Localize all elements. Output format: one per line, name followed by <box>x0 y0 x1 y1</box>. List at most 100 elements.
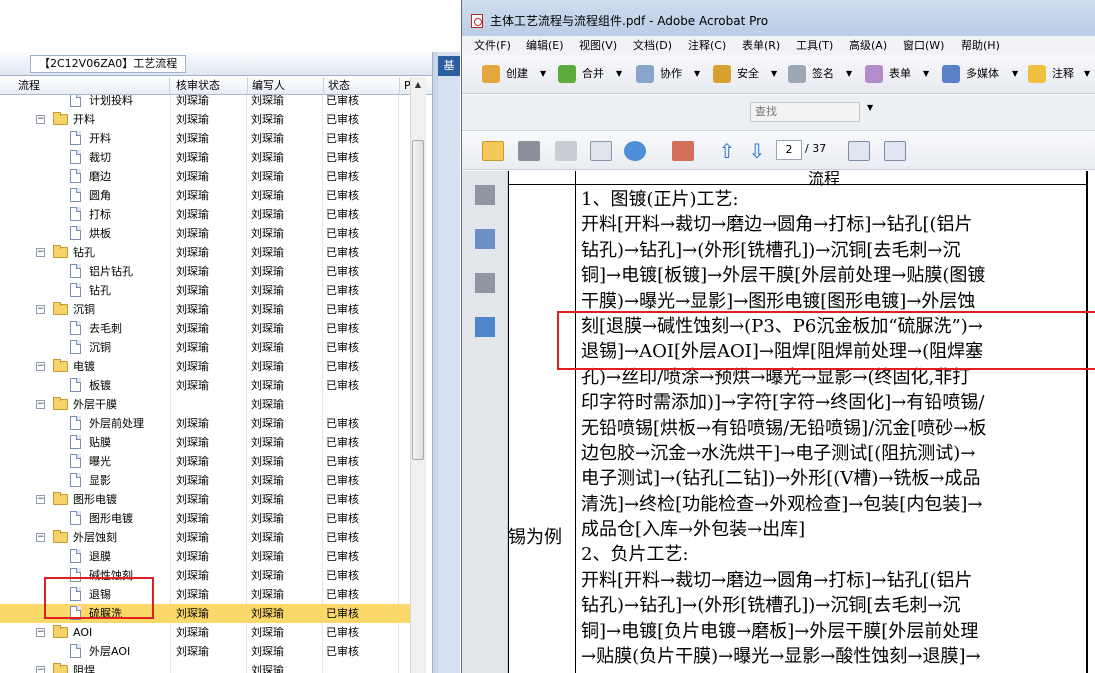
pages-icon[interactable] <box>475 185 495 205</box>
column-header-author[interactable]: 编写人 <box>248 77 324 95</box>
comment-button[interactable]: 注释 ▼ <box>1028 63 1092 85</box>
tree-node[interactable]: 图形电镀 <box>0 509 168 528</box>
tree-row[interactable]: 外层AOI 刘琛瑜 刘琛瑜 已审核 <box>0 642 410 661</box>
web-icon[interactable] <box>624 141 646 161</box>
fit-width-icon[interactable] <box>848 141 870 161</box>
previous-page-icon[interactable]: ⇧ <box>716 141 738 161</box>
column-header-status[interactable]: 状态 <box>324 77 400 95</box>
tree-row[interactable]: 打标 刘琛瑜 刘琛瑜 已审核 <box>0 205 410 224</box>
tree-node[interactable]: 烘板 <box>0 224 168 243</box>
tree-row[interactable]: − AOI 刘琛瑜 刘琛瑜 已审核 <box>0 623 410 642</box>
print-icon[interactable] <box>518 141 540 161</box>
tree-node[interactable]: − 钻孔 <box>0 243 168 262</box>
layers-icon[interactable] <box>475 317 495 337</box>
menu-comments[interactable]: 注释(C) <box>688 37 726 54</box>
tree-row[interactable]: 退膜 刘琛瑜 刘琛瑜 已审核 <box>0 547 410 566</box>
tree-node[interactable]: 退膜 <box>0 547 168 566</box>
tree-row[interactable]: 磨边 刘琛瑜 刘琛瑜 已审核 <box>0 167 410 186</box>
menu-help[interactable]: 帮助(H) <box>961 37 1000 54</box>
save-icon[interactable] <box>555 141 577 161</box>
tree-row[interactable]: 开料 刘琛瑜 刘琛瑜 已审核 <box>0 129 410 148</box>
collapse-icon[interactable]: − <box>36 115 45 124</box>
tree-row[interactable]: − 外层蚀刻 刘琛瑜 刘琛瑜 已审核 <box>0 528 410 547</box>
tree-row[interactable]: − 沉铜 刘琛瑜 刘琛瑜 已审核 <box>0 300 410 319</box>
tree-node[interactable]: 铝片钻孔 <box>0 262 168 281</box>
tree-node[interactable]: 曝光 <box>0 452 168 471</box>
tree-node[interactable]: 显影 <box>0 471 168 490</box>
tree-row[interactable]: 钻孔 刘琛瑜 刘琛瑜 已审核 <box>0 281 410 300</box>
collapse-icon[interactable]: − <box>36 400 45 409</box>
tree-node[interactable]: 沉铜 <box>0 338 168 357</box>
tree-row[interactable]: 计划投料 刘琛瑜 刘琛瑜 已审核 <box>0 95 410 110</box>
tab-process-flow[interactable]: 【2C12V06ZA0】工艺流程 <box>30 55 187 73</box>
tree-row[interactable]: 烘板 刘琛瑜 刘琛瑜 已审核 <box>0 224 410 243</box>
next-page-icon[interactable]: ⇩ <box>746 141 768 161</box>
bookmarks-icon[interactable] <box>475 229 495 249</box>
tree-row[interactable]: 圆角 刘琛瑜 刘琛瑜 已审核 <box>0 186 410 205</box>
tree-row[interactable]: 去毛刺 刘琛瑜 刘琛瑜 已审核 <box>0 319 410 338</box>
tree-node[interactable]: 贴膜 <box>0 433 168 452</box>
tree-row[interactable]: 图形电镀 刘琛瑜 刘琛瑜 已审核 <box>0 509 410 528</box>
tree-row[interactable]: 曝光 刘琛瑜 刘琛瑜 已审核 <box>0 452 410 471</box>
scrollbar-thumb[interactable] <box>412 140 424 460</box>
menu-window[interactable]: 窗口(W) <box>903 37 944 54</box>
collapse-icon[interactable]: − <box>36 495 45 504</box>
menu-view[interactable]: 视图(V) <box>579 37 617 54</box>
menu-forms[interactable]: 表单(R) <box>742 37 780 54</box>
search-input[interactable]: 查找 <box>750 102 860 122</box>
sign-button[interactable]: 签名 ▼ <box>788 63 856 85</box>
tree-node[interactable]: 裁切 <box>0 148 168 167</box>
tree-node[interactable]: 计划投料 <box>0 95 168 110</box>
tree-row[interactable]: − 钻孔 刘琛瑜 刘琛瑜 已审核 <box>0 243 410 262</box>
collapse-icon[interactable]: − <box>36 628 45 637</box>
tree-node[interactable]: 板镀 <box>0 376 168 395</box>
tree-node[interactable]: − 外层干膜 <box>0 395 168 414</box>
signatures-icon[interactable] <box>475 273 495 293</box>
column-header-p[interactable]: P <box>400 77 411 95</box>
tree-row[interactable]: 外层前处理 刘琛瑜 刘琛瑜 已审核 <box>0 414 410 433</box>
open-folder-icon[interactable] <box>482 141 504 161</box>
email-icon[interactable] <box>590 141 612 161</box>
tree-node[interactable]: − 外层蚀刻 <box>0 528 168 547</box>
tree-row[interactable]: − 外层干膜 刘琛瑜 <box>0 395 410 414</box>
tree-node[interactable]: 圆角 <box>0 186 168 205</box>
tree-row[interactable]: 铝片钻孔 刘琛瑜 刘琛瑜 已审核 <box>0 262 410 281</box>
create-button[interactable]: 创建 ▼ <box>482 63 550 85</box>
page-number-input[interactable]: 2 <box>776 140 802 160</box>
collapse-icon[interactable]: − <box>36 362 45 371</box>
tree-node[interactable]: 开料 <box>0 129 168 148</box>
tree-row[interactable]: 贴膜 刘琛瑜 刘琛瑜 已审核 <box>0 433 410 452</box>
menu-document[interactable]: 文档(D) <box>633 37 672 54</box>
tree-row[interactable]: − 图形电镀 刘琛瑜 刘琛瑜 已审核 <box>0 490 410 509</box>
combine-button[interactable]: 合并 ▼ <box>558 63 626 85</box>
forms-button[interactable]: 表单 ▼ <box>865 63 933 85</box>
tree-node[interactable]: − 开料 <box>0 110 168 129</box>
tree-node[interactable]: 打标 <box>0 205 168 224</box>
column-header-process[interactable]: 流程 <box>14 77 170 95</box>
tree-node[interactable]: 外层AOI <box>0 642 168 661</box>
search-dropdown-icon[interactable]: ▼ <box>867 103 873 112</box>
tree-row[interactable]: 裁切 刘琛瑜 刘琛瑜 已审核 <box>0 148 410 167</box>
tree-node[interactable]: 钻孔 <box>0 281 168 300</box>
tree-node[interactable]: 磨边 <box>0 167 168 186</box>
column-header-review-status[interactable]: 核审状态 <box>172 77 248 95</box>
tree-row[interactable]: − 电镀 刘琛瑜 刘琛瑜 已审核 <box>0 357 410 376</box>
tree-row[interactable]: 板镀 刘琛瑜 刘琛瑜 已审核 <box>0 376 410 395</box>
multimedia-button[interactable]: 多媒体 ▼ <box>942 63 1022 85</box>
tree-node[interactable]: − 阻焊 <box>0 661 168 673</box>
security-button[interactable]: 安全 ▼ <box>713 63 781 85</box>
tree-row[interactable]: 沉铜 刘琛瑜 刘琛瑜 已审核 <box>0 338 410 357</box>
scroll-up-icon[interactable]: ▲ <box>413 80 423 90</box>
tree-node[interactable]: − AOI <box>0 623 168 642</box>
fit-page-icon[interactable] <box>884 141 906 161</box>
side-tab[interactable]: 基 <box>438 56 460 76</box>
tree-node[interactable]: 去毛刺 <box>0 319 168 338</box>
tree-row[interactable]: − 开料 刘琛瑜 刘琛瑜 已审核 <box>0 110 410 129</box>
tree-node[interactable]: − 图形电镀 <box>0 490 168 509</box>
tree-node[interactable]: 外层前处理 <box>0 414 168 433</box>
menu-advanced[interactable]: 高级(A) <box>849 37 887 54</box>
menu-edit[interactable]: 编辑(E) <box>526 37 564 54</box>
menu-tools[interactable]: 工具(T) <box>796 37 833 54</box>
collapse-icon[interactable]: − <box>36 533 45 542</box>
collapse-icon[interactable]: − <box>36 248 45 257</box>
